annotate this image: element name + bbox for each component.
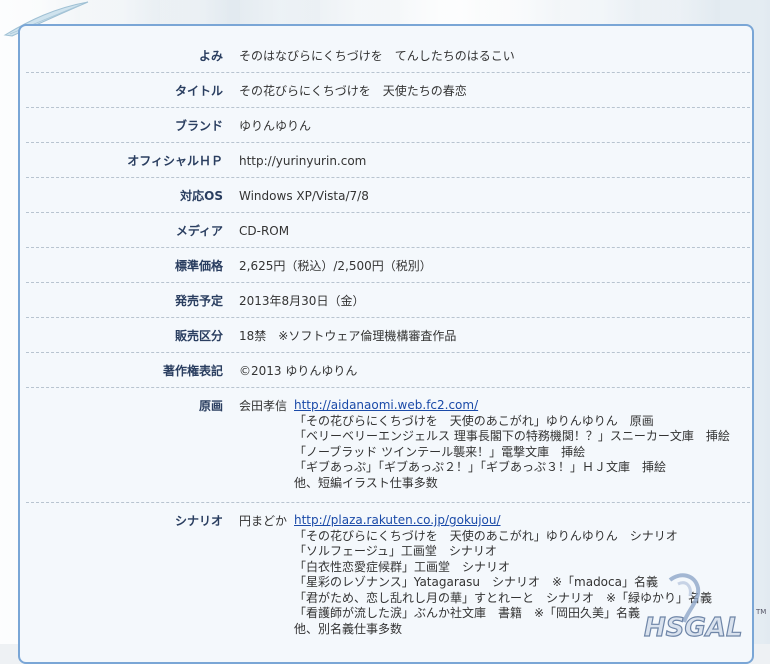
info-row-title: タイトル その花びらにくちづけを 天使たちの春恋 bbox=[26, 73, 750, 108]
row-label: 原画 bbox=[198, 399, 223, 413]
row-label: 販売区分 bbox=[174, 329, 223, 343]
writer-name: 円まどか bbox=[239, 514, 288, 528]
work-item: 「ベリーベリーエンジェルス 理事長閣下の特務機関！？」スニーカー文庫 挿絵 bbox=[294, 429, 730, 443]
svg-text:HSGAL: HSGAL bbox=[644, 613, 743, 643]
svg-text:TM: TM bbox=[755, 608, 766, 616]
info-row-copyright: 著作権表記 ©2013 ゆりんゆりん bbox=[26, 353, 750, 388]
row-value: Windows XP/Vista/7/8 bbox=[239, 189, 369, 203]
info-row-art: 原画 会田孝信 http://aidanaomi.web.fc2.com/ 「そ… bbox=[26, 388, 750, 503]
row-label: シナリオ bbox=[174, 514, 223, 528]
work-item: 「ノーブラッド ツインテール襲来！」電撃文庫 挿絵 bbox=[294, 444, 586, 459]
work-item: 「ギブあっぷ」「ギブあっぷ２！」「ギブあっぷ３！」ＨＪ文庫 挿絵 bbox=[294, 460, 667, 474]
game-info-table: よみ そのはなびらにくちづけを てんしたちのはるこい タイトル その花びらにくち… bbox=[26, 38, 750, 646]
row-label: 発売予定 bbox=[174, 294, 223, 308]
row-label: ブランド bbox=[174, 119, 223, 133]
info-row-os: 対応OS Windows XP/Vista/7/8 bbox=[26, 178, 750, 213]
row-value: ゆりんゆりん bbox=[239, 119, 312, 133]
info-row-official-hp: オフィシャルＨＰ http://yurinyurin.com bbox=[26, 143, 750, 178]
work-item: 「その花びらにくちづけを 天使のあこがれ」ゆりんゆりん シナリオ bbox=[294, 528, 678, 543]
row-label: オフィシャルＨＰ bbox=[127, 154, 223, 168]
row-value: 2013年8月30日（金） bbox=[239, 294, 365, 308]
info-row-media: メディア CD-ROM bbox=[26, 213, 750, 248]
row-label: メディア bbox=[175, 224, 223, 238]
row-label: 標準価格 bbox=[174, 259, 223, 273]
hsgal-watermark-logo: HSGAL TM bbox=[643, 573, 766, 644]
row-label: 対応OS bbox=[180, 189, 223, 203]
row-label: 著作権表記 bbox=[162, 364, 223, 378]
artist-link[interactable]: http://aidanaomi.web.fc2.com/ bbox=[294, 398, 478, 412]
writer-link[interactable]: http://plaza.rakuten.co.jp/gokujou/ bbox=[294, 513, 501, 527]
info-row-release: 発売予定 2013年8月30日（金） bbox=[26, 283, 750, 318]
work-item: 「その花びらにくちづけを 天使のあこがれ」ゆりんゆりん 原画 bbox=[294, 413, 654, 428]
row-value: そのはなびらにくちづけを てんしたちのはるこい bbox=[239, 49, 515, 63]
row-value: CD-ROM bbox=[239, 224, 290, 238]
row-value: ©2013 ゆりんゆりん bbox=[239, 364, 358, 378]
info-row-rating: 販売区分 18禁 ※ソフトウェア倫理機構審査作品 bbox=[26, 318, 750, 353]
work-item: 「ソルフェージュ」工画堂 シナリオ bbox=[294, 544, 497, 558]
row-label: よみ bbox=[198, 49, 223, 63]
info-row-brand: ブランド ゆりんゆりん bbox=[26, 108, 750, 143]
row-value: その花びらにくちづけを 天使たちの春恋 bbox=[239, 84, 467, 98]
info-row-yomi: よみ そのはなびらにくちづけを てんしたちのはるこい bbox=[26, 38, 750, 73]
work-item: 他、短編イラスト仕事多数 bbox=[294, 475, 438, 490]
row-value: 18禁 ※ソフトウェア倫理機構審査作品 bbox=[239, 329, 457, 343]
row-label: タイトル bbox=[174, 84, 223, 98]
info-row-price: 標準価格 2,625円（税込）/2,500円（税別） bbox=[26, 248, 750, 283]
row-value: 2,625円（税込）/2,500円（税別） bbox=[239, 259, 432, 273]
row-value: http://yurinyurin.com bbox=[239, 154, 367, 168]
